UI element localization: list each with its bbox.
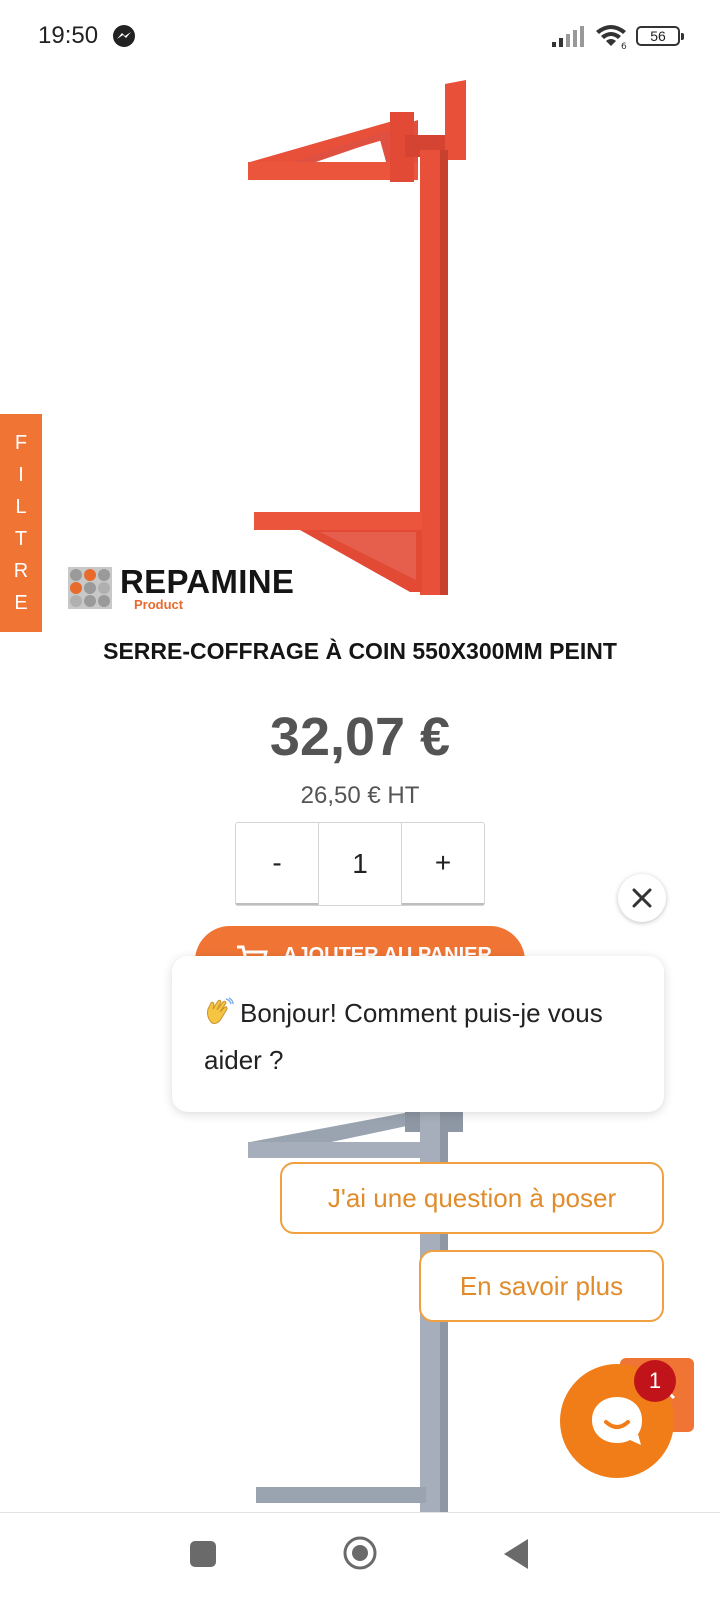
- close-icon: [632, 888, 652, 908]
- circle-icon[interactable]: [342, 1535, 378, 1571]
- filter-letter: F: [14, 432, 28, 454]
- battery-icon: 56: [636, 26, 684, 46]
- product-image[interactable]: [240, 80, 500, 610]
- square-icon[interactable]: [190, 1541, 216, 1567]
- wifi-icon: 6: [596, 25, 627, 50]
- wave-icon: [207, 997, 234, 1024]
- close-chat-popup-button[interactable]: [618, 874, 666, 922]
- chat-message-text: Bonjour! Comment puis-je vous aider ?: [204, 998, 603, 1075]
- brand-mark: [68, 567, 112, 609]
- messenger-icon: [113, 25, 135, 47]
- system-nav-bar: [0, 1512, 720, 1600]
- quantity-stepper: - 1 +: [235, 822, 485, 906]
- brand-sub: Product: [134, 597, 184, 612]
- quantity-value[interactable]: 1: [318, 823, 402, 905]
- product-title[interactable]: SERRE-COFFRAGE À COIN 550X300MM PEINT: [0, 638, 720, 665]
- quick-reply-ask-question[interactable]: J'ai une question à poser: [280, 1162, 664, 1234]
- brand-logo[interactable]: REPAMINE Product: [68, 563, 318, 613]
- status-time: 19:50: [38, 22, 99, 49]
- filter-letter: I: [18, 464, 24, 486]
- chat-message-bubble: Bonjour! Comment puis-je vous aider ?: [172, 956, 664, 1112]
- filter-letter: T: [14, 528, 28, 550]
- chat-message: Bonjour! Comment puis-je vous aider ?: [204, 990, 634, 1084]
- filter-letter: L: [15, 496, 27, 518]
- product-price: 32,07 €: [269, 707, 451, 767]
- chat-icon: [592, 1397, 642, 1445]
- product-price-ht: 26,50 € HT: [300, 782, 420, 809]
- svg-text:6: 6: [621, 42, 627, 50]
- signal-icon: [552, 26, 584, 47]
- quantity-minus-button[interactable]: -: [236, 823, 318, 905]
- brand-name: REPAMINE: [120, 563, 295, 600]
- status-bar: 19:50 6 56: [0, 0, 720, 70]
- filter-letter: E: [14, 592, 28, 614]
- filter-tab[interactable]: F I L T R E: [0, 414, 42, 632]
- back-icon[interactable]: [502, 1537, 530, 1571]
- quick-reply-learn-more[interactable]: En savoir plus: [419, 1250, 664, 1322]
- quantity-plus-button[interactable]: +: [402, 823, 484, 905]
- unread-badge: 1: [634, 1360, 676, 1402]
- filter-letter: R: [13, 560, 29, 582]
